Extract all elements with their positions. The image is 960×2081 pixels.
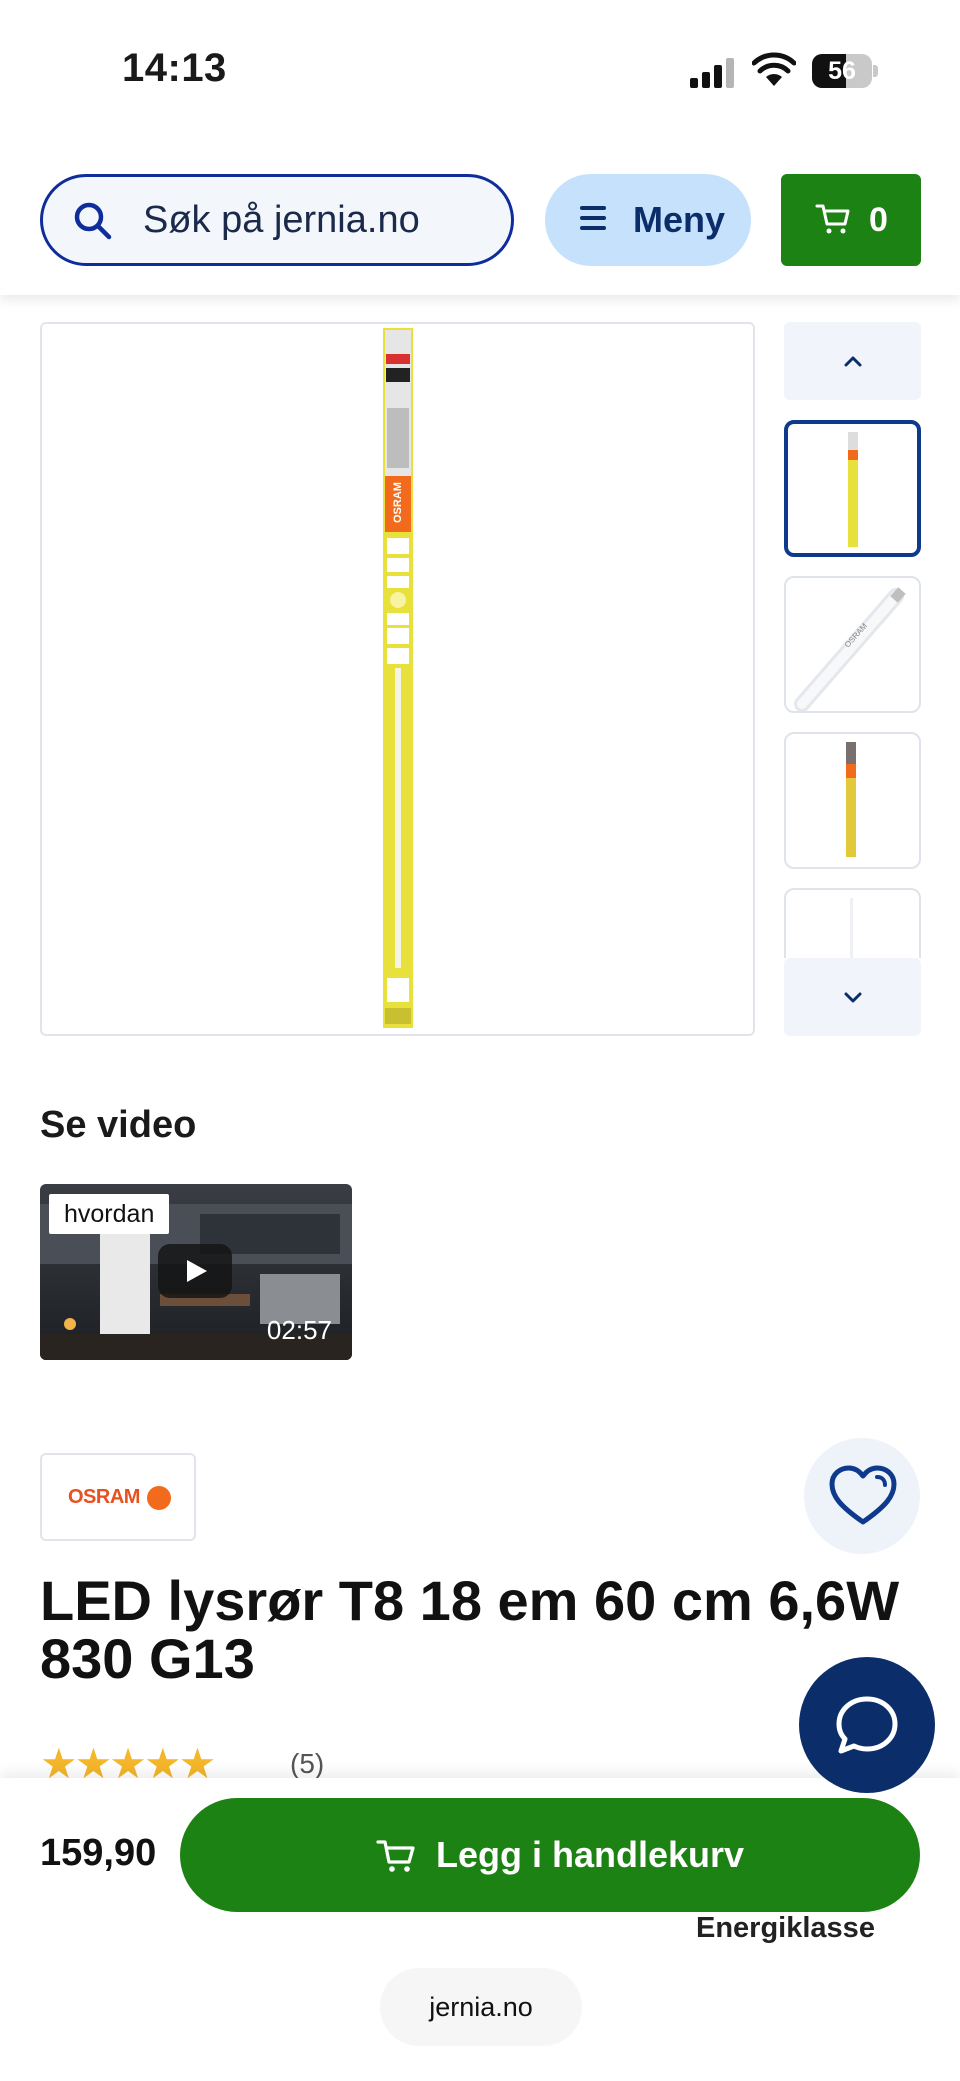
thumbnail-2[interactable]: OSRAM [784, 576, 921, 713]
play-button[interactable] [158, 1244, 232, 1298]
chevron-down-icon [844, 992, 862, 1003]
brand-name: OSRAM [68, 1486, 140, 1508]
cart-button[interactable]: 0 [781, 174, 921, 266]
status-bar: 14:13 56 [0, 0, 960, 140]
hamburger-icon [580, 204, 608, 232]
add-to-cart-button[interactable]: Legg i handlekurv [180, 1798, 920, 1912]
thumbnail-1[interactable] [784, 420, 921, 557]
heart-icon [829, 1465, 897, 1525]
thumbnails-scroll-up-button[interactable] [784, 322, 921, 400]
thumbnail-tube-package-2 [846, 742, 856, 857]
search-input[interactable]: Søk på jernia.no [40, 174, 514, 266]
favorite-button[interactable] [804, 1438, 920, 1554]
purchase-bar: 159,90 Legg i handlekurv Energiklasse je… [0, 1778, 960, 2081]
svg-text:OSRAM: OSRAM [392, 482, 404, 523]
thumbnail-tube-package [848, 432, 858, 547]
rating-count: (5) [290, 1748, 325, 1779]
product-title: LED lysrør T8 18 em 60 cm 6,6W 830 G13 [40, 1569, 900, 1690]
brand-logo[interactable]: OSRAM [40, 1453, 196, 1541]
osram-logo-mark-icon [147, 1486, 171, 1510]
video-heading: Se video [40, 1104, 197, 1146]
video-thumbnail[interactable]: hvordan 02:57 [40, 1184, 352, 1360]
product-price: 159,90 [40, 1832, 157, 1874]
video-tag: hvordan [49, 1194, 170, 1234]
chat-bubble-icon [836, 1696, 898, 1754]
menu-label: Meny [633, 199, 726, 240]
thumbnail-3[interactable] [784, 732, 921, 869]
cart-count: 0 [869, 201, 888, 239]
site-header: Søk på jernia.no Meny 0 [0, 140, 960, 295]
battery-level: 56 [828, 57, 856, 85]
rating-stars-icon: ★★★★★ [40, 1740, 216, 1787]
thumbnail-tube-plain [850, 898, 853, 958]
chat-button[interactable] [799, 1657, 935, 1793]
menu-button[interactable]: Meny [545, 174, 751, 266]
video-duration: 02:57 [266, 1315, 332, 1345]
search-icon [74, 202, 112, 240]
chevron-up-icon [844, 356, 862, 367]
status-time: 14:13 [122, 46, 227, 90]
thumbnails-scroll-down-button[interactable] [784, 958, 921, 1036]
thumbnail-tube-angled: OSRAM [794, 587, 906, 711]
play-icon [187, 1260, 207, 1282]
cart-icon [815, 204, 850, 234]
energy-class-label[interactable]: Energiklasse [696, 1912, 875, 1945]
thumbnail-4[interactable] [784, 888, 921, 958]
wifi-icon [752, 52, 796, 86]
browser-url-bar[interactable]: jernia.no [380, 1968, 582, 2046]
add-to-cart-label: Legg i handlekurv [436, 1834, 745, 1875]
product-image-tube: OSRAM [383, 328, 413, 1028]
cellular-signal-icon [690, 58, 736, 88]
browser-url: jernia.no [429, 1992, 533, 2022]
search-placeholder: Søk på jernia.no [143, 199, 420, 241]
battery-icon: 56 [812, 54, 878, 88]
cart-icon [376, 1840, 415, 1872]
product-main-image[interactable]: OSRAM [40, 322, 755, 1036]
